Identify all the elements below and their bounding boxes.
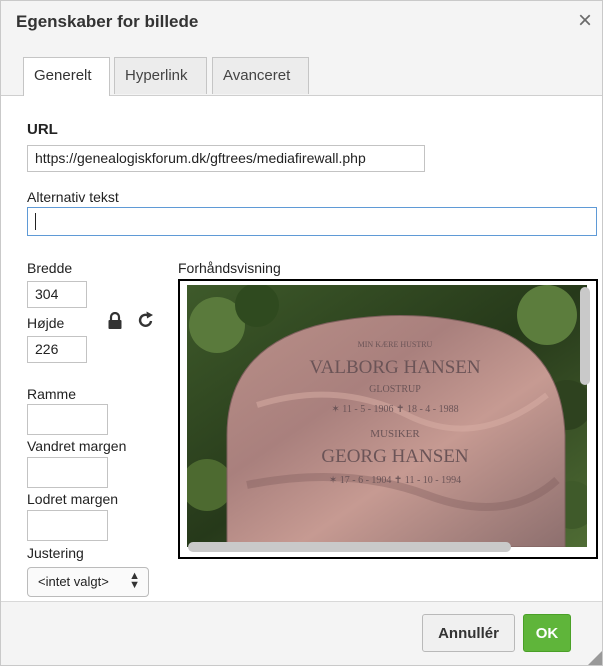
tab-hyperlink[interactable]: Hyperlink <box>114 57 207 94</box>
cancel-button[interactable]: Annullér <box>422 614 515 652</box>
url-label: URL <box>27 121 58 138</box>
tab-bar: Generelt Hyperlink Avanceret <box>1 45 602 96</box>
lock-icon[interactable] <box>107 311 123 330</box>
border-label: Ramme <box>27 386 77 402</box>
inscription-line-2: VALBORG HANSEN <box>309 357 480 378</box>
dialog-titlebar[interactable]: Egenskaber for billede × <box>1 1 602 46</box>
refresh-icon[interactable] <box>137 310 155 330</box>
tab-generelt[interactable]: Generelt <box>23 57 110 96</box>
align-select[interactable]: <intet valgt> ▲ ▼ <box>27 567 149 597</box>
preview-label: Forhåndsvisning <box>178 260 281 276</box>
preview-horizontal-scrollbar[interactable] <box>188 542 511 552</box>
dialog-footer: Annullér OK <box>1 601 602 665</box>
text-caret <box>35 212 36 230</box>
alt-text-input[interactable] <box>27 207 597 236</box>
image-properties-dialog: Egenskaber for billede × Generelt Hyperl… <box>0 0 603 666</box>
height-input[interactable]: 226 <box>27 336 87 363</box>
hspace-input[interactable] <box>27 457 108 488</box>
inscription-line-1: MIN KÆRE HUSTRU <box>358 340 433 349</box>
vspace-input[interactable] <box>27 510 108 541</box>
dialog-title: Egenskaber for billede <box>16 12 199 31</box>
vspace-label: Lodret margen <box>27 491 119 507</box>
align-label: Justering <box>27 545 84 561</box>
inscription-line-5: MUSIKER <box>370 428 420 440</box>
alt-text-label: Alternativ tekst <box>27 189 119 205</box>
border-input[interactable] <box>27 404 108 435</box>
resize-grip-icon[interactable] <box>588 651 602 665</box>
width-input[interactable]: 304 <box>27 281 87 308</box>
gravestone-photo: MIN KÆRE HUSTRU VALBORG HANSEN GLOSTRUP … <box>187 285 587 547</box>
preview-vertical-scrollbar[interactable] <box>580 287 590 385</box>
image-preview[interactable]: MIN KÆRE HUSTRU VALBORG HANSEN GLOSTRUP … <box>178 279 598 559</box>
select-arrows-icon: ▲ ▼ <box>129 570 140 591</box>
inscription-line-7: ✶ 17 - 6 - 1904 ✝ 11 - 10 - 1994 <box>329 475 461 486</box>
width-label: Bredde <box>27 260 73 276</box>
align-select-value: <intet valgt> <box>38 574 109 589</box>
inscription-line-3: GLOSTRUP <box>369 384 421 395</box>
height-label: Højde <box>27 315 65 331</box>
inscription-line-4: ✶ 11 - 5 - 1906 ✝ 18 - 4 - 1988 <box>331 404 458 415</box>
ok-button[interactable]: OK <box>523 614 571 652</box>
tab-avanceret[interactable]: Avanceret <box>212 57 309 94</box>
inscription-line-6: GEORG HANSEN <box>321 446 469 467</box>
url-input[interactable]: https://genealogiskforum.dk/gftrees/medi… <box>27 145 425 172</box>
close-icon[interactable]: × <box>578 9 592 33</box>
hspace-label: Vandret margen <box>27 438 127 454</box>
